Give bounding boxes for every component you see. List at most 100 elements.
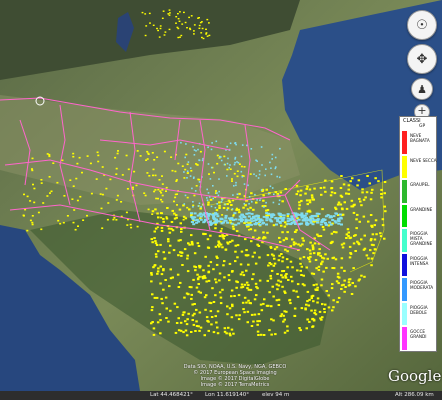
precip-pixel	[365, 254, 369, 257]
precip-pixel	[78, 156, 81, 159]
precip-pixel	[230, 222, 234, 225]
precip-pixel	[310, 272, 314, 275]
precip-pixel	[236, 175, 239, 178]
precip-pixel	[154, 253, 158, 256]
precip-pixel	[166, 207, 169, 209]
precip-pixel	[208, 34, 211, 37]
move-joystick-icon[interactable]: ✥	[407, 44, 437, 74]
precip-pixel	[241, 213, 244, 216]
precip-pixel	[157, 267, 160, 270]
precip-pixel	[232, 215, 235, 217]
precip-pixel	[270, 216, 274, 218]
precip-pixel	[197, 178, 200, 181]
precip-pixel	[347, 231, 350, 234]
precip-pixel	[156, 321, 160, 324]
precip-pixel	[235, 286, 238, 289]
precip-pixel	[300, 274, 303, 276]
precip-pixel	[269, 246, 273, 249]
precip-pixel	[380, 196, 383, 199]
precip-pixel	[159, 27, 162, 30]
precip-pixel	[207, 329, 210, 332]
precip-pixel	[153, 296, 157, 299]
precip-pixel	[340, 207, 344, 210]
precip-pixel	[221, 246, 224, 249]
precip-pixel	[332, 215, 336, 218]
precip-pixel	[206, 199, 209, 202]
precip-pixel	[339, 187, 343, 189]
precip-pixel	[301, 237, 304, 240]
precip-pixel	[383, 237, 386, 240]
precip-pixel	[325, 266, 328, 269]
precip-pixel	[322, 270, 325, 273]
precip-pixel	[206, 213, 210, 215]
precip-pixel	[259, 303, 263, 306]
precip-pixel	[61, 159, 64, 162]
precip-pixel	[167, 240, 170, 243]
precip-pixel	[184, 329, 188, 332]
precip-pixel	[180, 141, 182, 144]
precip-pixel	[236, 196, 239, 199]
precip-pixel	[265, 168, 267, 170]
precip-pixel	[120, 201, 123, 203]
legend-label: GRAUPEL	[410, 182, 430, 187]
precip-pixel	[97, 154, 100, 157]
precip-pixel	[337, 222, 341, 225]
precip-pixel	[160, 226, 164, 229]
precip-pixel	[265, 304, 269, 307]
precip-pixel	[182, 331, 185, 334]
precip-pixel	[305, 212, 309, 215]
precip-pixel	[239, 273, 243, 276]
precip-pixel	[281, 256, 285, 259]
precip-pixel	[345, 237, 348, 239]
precip-pixel	[275, 283, 279, 286]
precip-pixel	[197, 220, 201, 223]
precip-pixel	[173, 200, 175, 203]
precip-pixel	[297, 218, 301, 221]
precip-pixel	[193, 176, 195, 179]
precip-pixel	[244, 218, 248, 221]
precip-pixel	[282, 239, 286, 242]
look-joystick-icon[interactable]: ☉	[407, 10, 437, 40]
precip-pixel	[235, 143, 237, 146]
precip-pixel	[317, 265, 321, 268]
precip-pixel	[162, 268, 165, 271]
precip-pixel	[193, 33, 195, 35]
precip-pixel	[331, 283, 334, 286]
precip-pixel	[370, 257, 374, 260]
precip-pixel	[279, 280, 283, 283]
precip-pixel	[286, 213, 290, 216]
precip-pixel	[148, 175, 151, 177]
precip-pixel	[214, 245, 218, 248]
precip-pixel	[383, 205, 386, 208]
precip-pixel	[212, 185, 214, 187]
longitude-readout: Lon 11.619140°	[205, 392, 250, 398]
precip-pixel	[200, 32, 203, 34]
precip-pixel	[191, 303, 194, 306]
precip-pixel	[201, 27, 204, 30]
precip-pixel	[329, 223, 333, 226]
precip-pixel	[263, 206, 265, 208]
precip-pixel	[354, 250, 357, 252]
precip-pixel	[280, 224, 283, 227]
precip-pixel	[107, 202, 110, 204]
precip-pixel	[272, 295, 275, 298]
precip-pixel	[170, 221, 174, 223]
precip-pixel	[229, 168, 232, 170]
precip-pixel	[313, 309, 317, 312]
precip-pixel	[235, 184, 237, 187]
precip-pixel	[59, 222, 62, 225]
precip-pixel	[237, 294, 241, 297]
precip-pixel	[76, 199, 79, 202]
precip-pixel	[250, 240, 253, 243]
precip-pixel	[246, 310, 250, 313]
precip-pixel	[304, 307, 307, 310]
street-view-pegman-icon[interactable]: ♟	[411, 78, 433, 100]
precip-pixel	[308, 210, 312, 213]
map-view[interactable]	[0, 0, 442, 400]
precip-pixel	[205, 280, 208, 283]
precip-pixel	[374, 177, 377, 180]
precip-pixel	[279, 147, 281, 150]
precip-pixel	[305, 199, 309, 202]
precip-pixel	[190, 234, 193, 237]
precip-pixel	[195, 325, 199, 327]
